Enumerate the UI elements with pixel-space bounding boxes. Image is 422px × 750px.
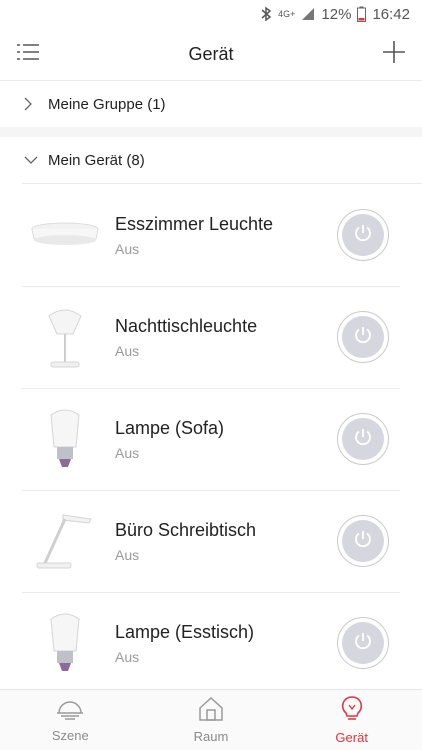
device-status: Aus — [115, 546, 140, 563]
clock: 16:42 — [372, 5, 410, 23]
chevron-right-icon — [24, 97, 38, 111]
desk-lamp-icon — [20, 496, 110, 586]
app-header: Gerät — [0, 28, 422, 81]
power-toggle-button[interactable] — [337, 311, 389, 363]
device-name: Büro Schreibtisch — [115, 519, 257, 540]
signal-icon — [301, 7, 315, 21]
group-row-mein-geraet[interactable]: Mein Gerät (8) — [0, 137, 422, 183]
list-menu-icon — [17, 43, 39, 66]
device-row[interactable]: Büro Schreibtisch Aus — [0, 490, 422, 592]
power-toggle-button[interactable] — [337, 209, 389, 261]
device-status: Aus — [115, 240, 140, 257]
device-name: Lampe (Esstisch) — [115, 621, 255, 642]
add-device-button[interactable] — [382, 40, 406, 68]
power-icon — [353, 631, 373, 656]
tab-label: Raum — [193, 729, 229, 744]
group-row-meine-gruppe[interactable]: Meine Gruppe (1) — [0, 81, 422, 127]
power-toggle-button[interactable] — [337, 515, 389, 567]
group-label: Mein Gerät (8) — [48, 151, 145, 169]
table-lamp-icon — [20, 292, 110, 382]
page-title: Gerät — [188, 43, 234, 64]
chevron-down-icon — [24, 156, 38, 164]
device-status: Aus — [115, 342, 140, 359]
menu-button[interactable] — [16, 42, 40, 66]
status-bar: 4G+ 12% 16:42 — [0, 0, 422, 28]
tab-label: Gerät — [335, 730, 368, 745]
ceiling-light-icon — [20, 190, 110, 280]
device-name: Esszimmer Leuchte — [115, 213, 274, 234]
device-status: Aus — [115, 444, 140, 461]
device-list: Esszimmer Leuchte Aus Nachttischleuchte … — [0, 184, 422, 694]
section-separator — [0, 127, 422, 137]
bulb-icon — [20, 598, 110, 688]
device-name: Nachttischleuchte — [115, 315, 258, 336]
power-icon — [353, 529, 373, 554]
bulb-outline-icon — [340, 695, 364, 728]
bulb-icon — [20, 394, 110, 484]
tab-geraet[interactable]: Gerät — [281, 690, 422, 750]
device-row[interactable]: Nachttischleuchte Aus — [0, 286, 422, 388]
battery-icon — [357, 6, 367, 22]
group-label: Meine Gruppe (1) — [48, 95, 166, 113]
tab-szene[interactable]: Szene — [0, 690, 141, 750]
house-icon — [197, 696, 225, 727]
bottom-tab-bar: Szene Raum Gerät — [0, 689, 422, 750]
device-name: Lampe (Sofa) — [115, 417, 225, 438]
scene-icon — [56, 697, 84, 726]
power-icon — [353, 427, 373, 452]
battery-percent: 12% — [321, 5, 352, 23]
power-icon — [353, 325, 373, 350]
plus-icon — [383, 40, 405, 68]
device-row[interactable]: Lampe (Esstisch) Aus — [0, 592, 422, 694]
network-type: 4G+ — [278, 9, 296, 19]
device-row[interactable]: Esszimmer Leuchte Aus — [0, 184, 422, 286]
bluetooth-icon — [260, 6, 272, 22]
power-toggle-button[interactable] — [337, 413, 389, 465]
power-icon — [353, 223, 373, 248]
power-toggle-button[interactable] — [337, 617, 389, 669]
device-row[interactable]: Lampe (Sofa) Aus — [0, 388, 422, 490]
device-status: Aus — [115, 648, 140, 665]
tab-raum[interactable]: Raum — [141, 690, 282, 750]
tab-label: Szene — [51, 728, 89, 743]
